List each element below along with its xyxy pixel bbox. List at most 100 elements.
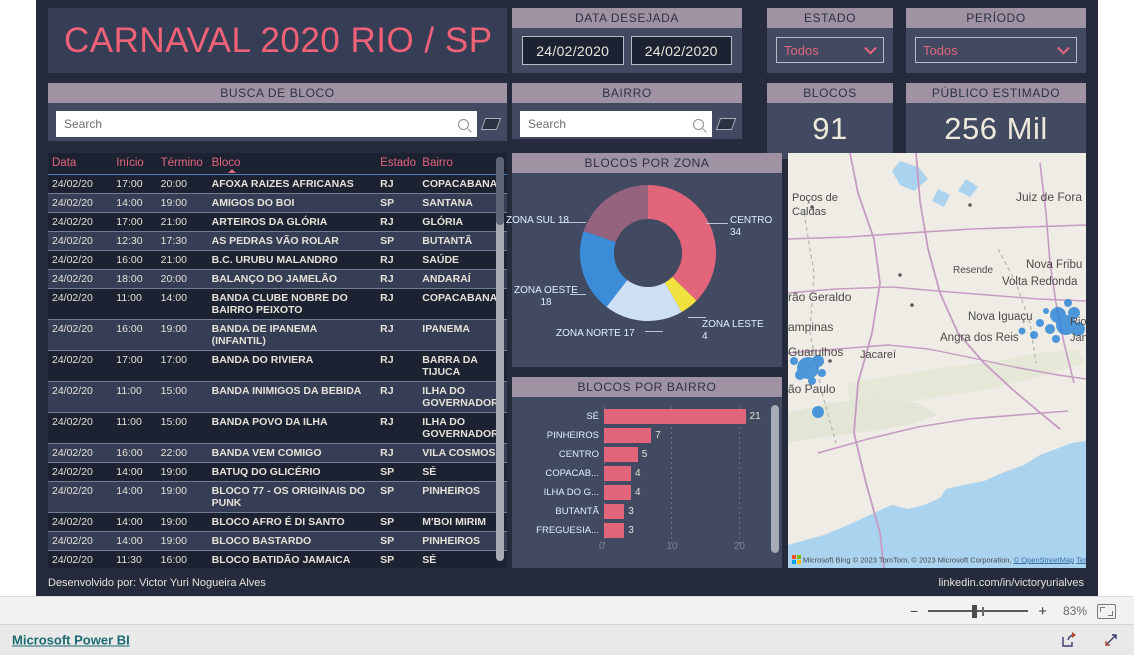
bar-fill[interactable] <box>604 409 746 424</box>
table-row[interactable]: 24/02/20 17:00 21:00 ARTEIROS DA GLÓRIA RJ GL… <box>48 212 507 232</box>
table-row[interactable]: 24/02/20 14:00 19:00 BLOCO BASTARDO SP PINHEI… <box>48 531 507 551</box>
blocos-data-table[interactable]: Data Início Término Bloco Estado Bairro 24/02… <box>48 153 507 568</box>
table-row[interactable]: 24/02/20 11:30 16:00 BLOCO BATIDÃO JAMAICA S… <box>48 550 507 568</box>
table-cell: BLOCO BATIDÃO JAMAICA <box>207 550 377 568</box>
table-cell: 17:00 <box>112 174 157 194</box>
table-row[interactable]: 24/02/20 16:00 21:00 B.C. URUBU MALANDRO RJ S… <box>48 250 507 270</box>
x-axis-tick-label: 0 <box>599 541 605 552</box>
bar-scrollbar[interactable] <box>771 405 779 553</box>
table-cell: COPACABANA <box>418 174 507 194</box>
zoom-out-button[interactable]: − <box>910 604 918 618</box>
table-row[interactable]: 24/02/20 18:00 20:00 BALANÇO DO JAMELÃO RJ AN… <box>48 269 507 289</box>
table-header-bairro[interactable]: Bairro <box>418 153 507 175</box>
bar-category-label: ILHA DO G... <box>543 487 599 498</box>
bar-row[interactable]: COPACAB... 4 <box>518 464 774 483</box>
table-cell: SP <box>376 550 419 568</box>
bar-fill[interactable] <box>604 466 631 481</box>
table-row[interactable]: 24/02/20 11:00 15:00 BANDA POVO DA ILHA RJ IL… <box>48 412 507 444</box>
estado-dropdown[interactable]: Todos <box>776 37 884 63</box>
bar-fill[interactable] <box>604 428 652 443</box>
zoom-slider-knob[interactable] <box>972 605 978 618</box>
slicer-estado[interactable]: ESTADO Todos <box>767 8 893 73</box>
table-cell: BANDA VEM COMIGO <box>207 443 377 463</box>
table-row[interactable]: 24/02/20 16:00 19:00 BANDA DE IPANEMA (INFA… <box>48 319 507 351</box>
table-cell: 17:00 <box>112 212 157 232</box>
search-icon[interactable] <box>458 118 469 130</box>
fullscreen-icon[interactable] <box>1102 631 1120 649</box>
svg-text:Guarulhos: Guarulhos <box>788 345 843 359</box>
table-cell: 24/02/20 <box>48 269 113 289</box>
table-cell: 14:00 <box>156 288 208 320</box>
openstreetmap-link[interactable]: © OpenStreetMap <box>1014 555 1075 564</box>
table-row[interactable]: 24/02/20 17:00 20:00 AFOXA RAIZES AFRICANAS… <box>48 174 507 194</box>
kpi-blocos-value: 91 <box>812 111 848 146</box>
svg-text:Juiz de Fora: Juiz de Fora <box>1016 190 1082 204</box>
share-icon[interactable] <box>1060 631 1078 649</box>
table-cell: RJ <box>376 174 419 194</box>
fit-to-page-icon[interactable] <box>1097 603 1116 619</box>
table-header-trmino[interactable]: Término <box>156 153 208 175</box>
table-cell: BLOCO 77 - OS ORIGINAIS DO PUNK <box>207 481 377 513</box>
table-cell: SP <box>376 512 419 532</box>
table-header-data[interactable]: Data <box>48 153 113 175</box>
bar-value-label: 4 <box>634 487 641 498</box>
bairro-search-box[interactable] <box>520 111 712 137</box>
bar-fill[interactable] <box>604 504 625 519</box>
table-row[interactable]: 24/02/20 12:30 17:30 AS PEDRAS VÃO ROLAR SP B… <box>48 231 507 251</box>
bar-row[interactable]: ILHA DO G... 4 <box>518 483 774 502</box>
table-row[interactable]: 24/02/20 16:00 22:00 BANDA VEM COMIGO RJ VILA… <box>48 443 507 463</box>
table-header-estado[interactable]: Estado <box>376 153 419 175</box>
bar-row[interactable]: SÉ 21 <box>518 407 774 426</box>
bar-row[interactable]: FREGUESIA... 3 <box>518 521 774 540</box>
bar-row[interactable]: CENTRO 5 <box>518 445 774 464</box>
eraser-icon[interactable] <box>715 118 737 130</box>
table-header-incio[interactable]: Início <box>112 153 157 175</box>
slicer-data-desejada[interactable]: DATA DESEJADA 24/02/2020 24/02/2020 <box>512 8 742 73</box>
date-end-input[interactable]: 24/02/2020 <box>630 36 732 65</box>
table-cell: 18:00 <box>112 269 157 289</box>
donut-label-zona-oeste: ZONA OESTE 18 <box>514 285 578 308</box>
table-row[interactable]: 24/02/20 14:00 19:00 BLOCO AFRO É DI SANTO S… <box>48 512 507 532</box>
table-row[interactable]: 24/02/20 14:00 19:00 BATUQ DO GLICÉRIO SP SÉ <box>48 462 507 482</box>
date-start-input[interactable]: 24/02/2020 <box>522 36 624 65</box>
map-terms-link[interactable]: Terms <box>1076 555 1086 564</box>
chevron-down-icon <box>1057 41 1070 55</box>
microsoft-power-bi-link[interactable]: Microsoft Power BI <box>12 633 130 648</box>
donut-chart[interactable] <box>580 185 716 321</box>
bar-fill[interactable] <box>604 447 638 462</box>
bar-row[interactable]: PINHEIROS 7 <box>518 426 774 445</box>
map-visual[interactable]: Poços de Caldas Juiz de Fora Nova Fribu … <box>788 153 1086 568</box>
table-row[interactable]: 24/02/20 11:00 15:00 BANDA INIMIGOS DA BEBI… <box>48 381 507 413</box>
bar-scrollbar-thumb[interactable] <box>771 405 779 553</box>
slicer-periodo[interactable]: PERÍODO Todos <box>906 8 1086 73</box>
eraser-icon[interactable] <box>480 118 502 130</box>
table-cell: 14:00 <box>112 462 157 482</box>
chart-blocos-por-bairro[interactable]: BLOCOS POR BAIRRO SÉ 21 PINHEIROS 7 CENTRO 5 C… <box>512 377 782 568</box>
bar-rows: SÉ 21 PINHEIROS 7 CENTRO 5 COPACAB... 4 ILHA DO … <box>518 407 774 540</box>
table-scrollbar[interactable] <box>496 157 504 561</box>
bar-row[interactable]: BUTANTÃ 3 <box>518 502 774 521</box>
slicer-busca-de-bloco[interactable]: BUSCA DE BLOCO <box>48 83 507 141</box>
table-row[interactable]: 24/02/20 14:00 19:00 AMIGOS DO BOI SP SANTANA <box>48 193 507 213</box>
search-input-bloco[interactable] <box>64 117 458 131</box>
chart-blocos-por-zona[interactable]: BLOCOS POR ZONA CENTRO 34 ZONA SUL 18 ZO… <box>506 153 782 367</box>
table-row[interactable]: 24/02/20 14:00 19:00 BLOCO 77 - OS ORIGINAI… <box>48 481 507 513</box>
leader-line-centro <box>706 223 728 224</box>
search-icon[interactable] <box>693 118 704 130</box>
table-scrollbar-thumb[interactable] <box>496 157 504 225</box>
table-cell: GLÓRIA <box>418 212 507 232</box>
zoom-in-button[interactable]: + <box>1038 604 1047 619</box>
bar-fill[interactable] <box>604 523 625 538</box>
search-input-bairro[interactable] <box>528 117 693 131</box>
slicer-bairro[interactable]: BAIRRO <box>512 83 742 139</box>
svg-text:Volta Redonda: Volta Redonda <box>1002 276 1078 288</box>
table-cell: 24/02/20 <box>48 231 113 251</box>
zoom-percent-label: 83% <box>1062 604 1087 618</box>
table-row[interactable]: 24/02/20 11:00 14:00 BANDA CLUBE NOBRE DO B… <box>48 288 507 320</box>
table-row[interactable]: 24/02/20 17:00 17:00 BANDA DO RIVIERA RJ BARR… <box>48 350 507 382</box>
table-header-bloco[interactable]: Bloco <box>207 153 377 175</box>
periodo-dropdown[interactable]: Todos <box>915 37 1077 63</box>
zoom-slider[interactable] <box>928 604 1029 618</box>
busca-bloco-search-box[interactable] <box>56 111 477 137</box>
bar-fill[interactable] <box>604 485 631 500</box>
